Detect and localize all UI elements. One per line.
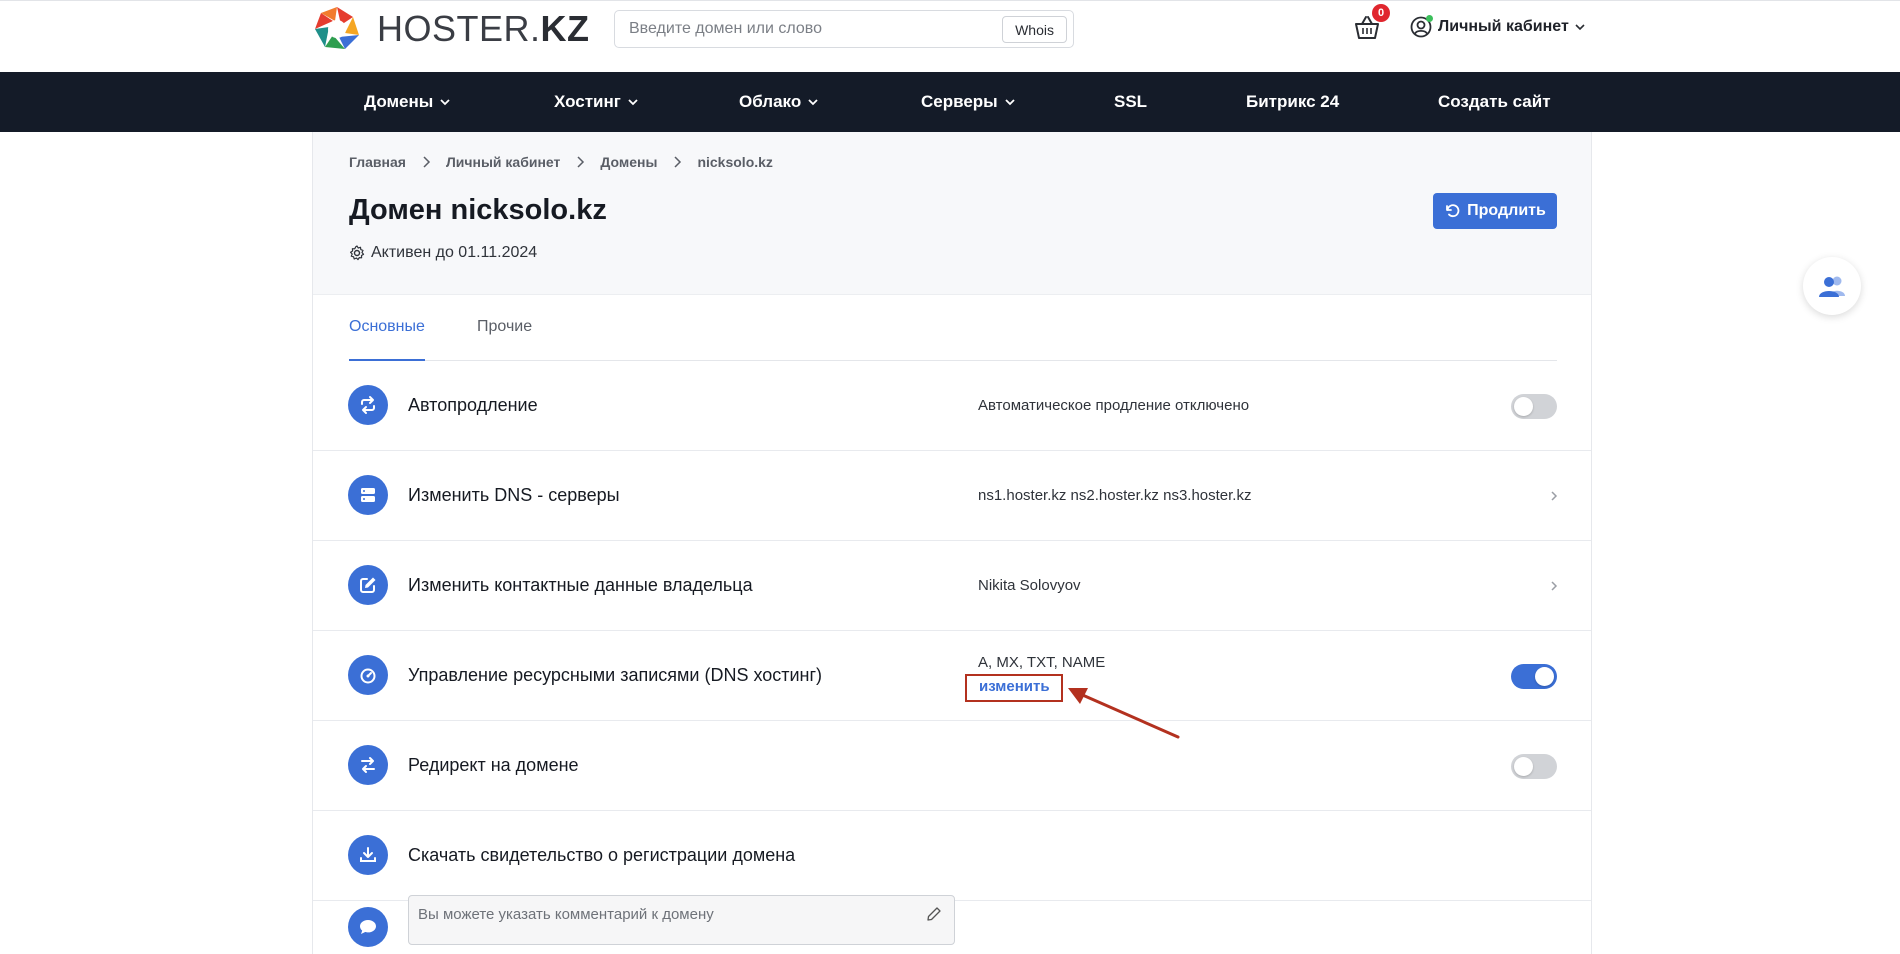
repeat-icon [348, 385, 388, 425]
comment-row: Вы можете указать комментарий к домену [313, 889, 1591, 954]
dns-hosting-row: Управление ресурсными записями (DNS хост… [313, 631, 1591, 721]
breadcrumb-home[interactable]: Главная [349, 154, 406, 170]
tabs: Основные Прочие [349, 296, 1557, 361]
comment-field[interactable]: Вы можете указать комментарий к домену [408, 895, 955, 945]
gear-icon [350, 245, 365, 261]
dns-servers-label: Изменить DNS - серверы [408, 485, 620, 505]
autorenew-value: Автоматическое продление отключено [978, 397, 1250, 414]
dns-hosting-toggle[interactable] [1511, 664, 1557, 689]
redirect-label: Редирект на домене [408, 755, 579, 775]
domain-search: Whois [614, 10, 1074, 48]
dns-servers-row[interactable]: Изменить DNS - серверы ns1.hoster.kz ns2… [313, 451, 1591, 541]
domain-card: Главная Личный кабинет Домены nicksolo.k… [312, 132, 1592, 954]
main-nav: Домены Хостинг Облако Серверы SSL Битрик… [0, 72, 1900, 132]
logo[interactable]: HOSTER.KZ [311, 3, 590, 55]
breadcrumb-current: nicksolo.kz [697, 154, 773, 170]
rotate-ccw-icon [1446, 204, 1460, 218]
nav-bitrix24[interactable]: Битрикс 24 [1246, 72, 1339, 132]
breadcrumb-account[interactable]: Личный кабинет [446, 154, 560, 170]
download-icon [348, 835, 388, 875]
chevron-down-icon [1575, 24, 1585, 31]
domain-hero: Главная Личный кабинет Домены nicksolo.k… [313, 132, 1591, 295]
dns-edit-link[interactable]: изменить [979, 678, 1050, 695]
autorenew-row: Автопродление Автоматическое продление о… [313, 361, 1591, 451]
chevron-right-icon [674, 156, 682, 168]
redirect-icon [348, 745, 388, 785]
certificate-label: Скачать свидетельство о регистрации доме… [408, 845, 796, 865]
online-status-dot [1426, 15, 1433, 22]
cart-count-badge: 0 [1372, 4, 1390, 22]
autorenew-toggle[interactable] [1511, 394, 1557, 419]
autorenew-label: Автопродление [408, 395, 538, 415]
redirect-toggle[interactable] [1511, 754, 1557, 779]
tab-other[interactable]: Прочие [477, 296, 532, 361]
comment-placeholder: Вы можете указать комментарий к домену [418, 906, 714, 923]
chevron-right-icon [1551, 581, 1558, 591]
redirect-row: Редирект на домене [313, 721, 1591, 811]
support-button[interactable] [1803, 257, 1861, 315]
dns-hosting-value: A, MX, TXT, NAME [978, 654, 1106, 671]
breadcrumb: Главная Личный кабинет Домены nicksolo.k… [349, 154, 773, 170]
logo-text: HOSTER.KZ [377, 8, 590, 49]
dashboard-icon [348, 655, 388, 695]
chevron-right-icon [577, 156, 585, 168]
nav-hosting[interactable]: Хостинг [554, 72, 639, 132]
domain-status: Активен до 01.11.2024 [349, 244, 537, 262]
nav-domains[interactable]: Домены [364, 72, 451, 132]
search-input[interactable] [629, 20, 989, 38]
renew-button[interactable]: Продлить [1433, 193, 1557, 229]
chevron-down-icon [1005, 99, 1015, 106]
contacts-label: Изменить контактные данные владельца [408, 575, 753, 595]
logo-icon [315, 7, 359, 49]
nav-create-site[interactable]: Создать сайт [1438, 72, 1551, 132]
contacts-value: Nikita Solovyov [978, 577, 1081, 594]
user-circle-icon [1410, 15, 1433, 38]
contacts-row[interactable]: Изменить контактные данные владельца Nik… [313, 541, 1591, 631]
page-title: Домен nicksolo.kz [349, 194, 607, 226]
certificate-row[interactable]: Скачать свидетельство о регистрации доме… [313, 811, 1591, 901]
edit-icon [348, 565, 388, 605]
whois-button[interactable]: Whois [1002, 16, 1067, 43]
comment-icon [348, 907, 388, 947]
account-menu[interactable]: Личный кабинет [1410, 15, 1586, 38]
chevron-down-icon [628, 99, 638, 106]
chevron-down-icon [440, 99, 450, 106]
breadcrumb-domains[interactable]: Домены [600, 154, 657, 170]
annotation-arrow [1068, 688, 1180, 739]
nav-servers[interactable]: Серверы [921, 72, 1016, 132]
dns-hosting-label: Управление ресурсными записями (DNS хост… [408, 665, 823, 685]
chevron-down-icon [808, 99, 818, 106]
chevron-right-icon [1551, 491, 1558, 501]
nav-ssl[interactable]: SSL [1114, 72, 1147, 132]
server-icon [348, 475, 388, 515]
site-header: HOSTER.KZ Whois 0 Личный кабинет [0, 0, 1900, 72]
nav-cloud[interactable]: Облако [739, 72, 819, 132]
tab-main[interactable]: Основные [349, 296, 425, 361]
account-label: Личный кабинет [1438, 18, 1569, 35]
dns-servers-value: ns1.hoster.kz ns2.hoster.kz ns3.hoster.k… [978, 487, 1252, 504]
dns-edit-highlight: изменить [965, 674, 1063, 702]
status-text: Активен до 01.11.2024 [371, 244, 538, 261]
pencil-icon[interactable] [926, 906, 942, 922]
users-icon [1819, 276, 1845, 297]
chevron-right-icon [423, 156, 430, 168]
